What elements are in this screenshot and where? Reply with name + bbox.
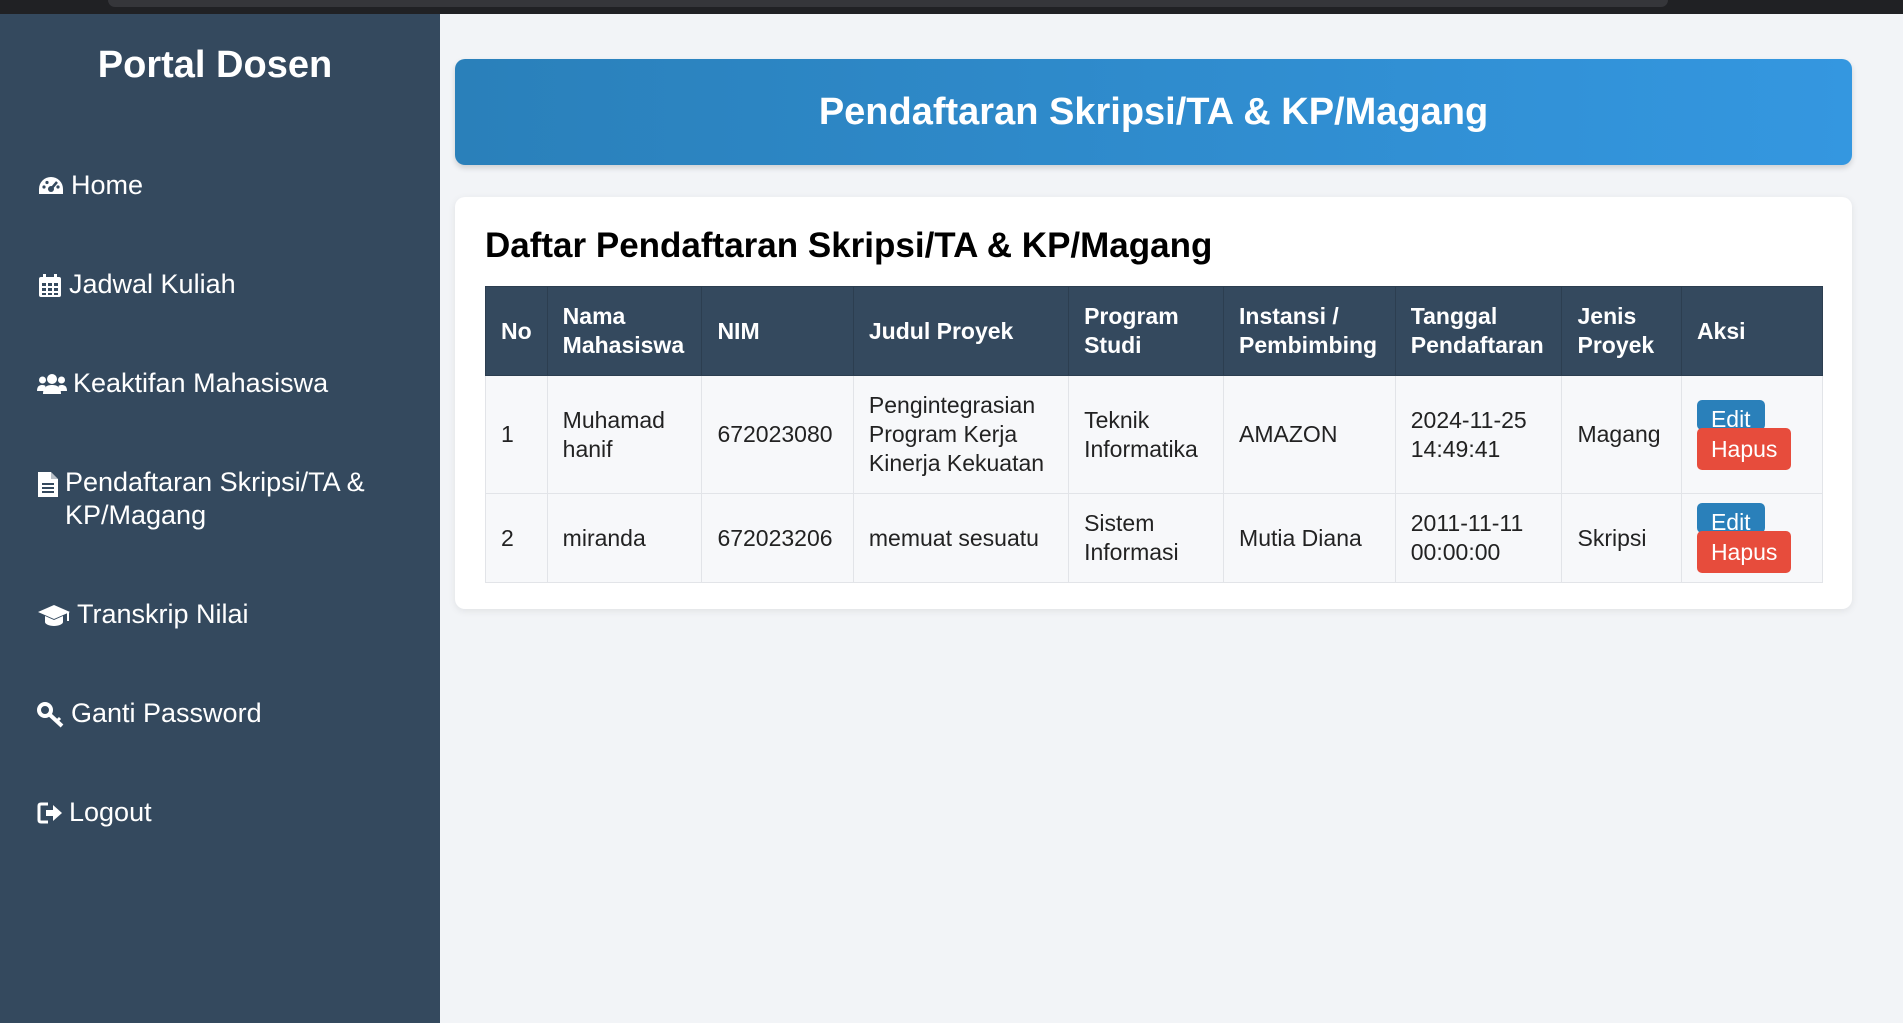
cell-no: 1 — [485, 375, 548, 494]
page-title: Pendaftaran Skripsi/TA & KP/Magang — [455, 59, 1852, 165]
sidebar-item-transkrip-nilai[interactable]: Transkrip Nilai — [37, 598, 407, 631]
column-header-instansi: Instansi / Pembimbing — [1223, 286, 1396, 376]
cell-instansi: Mutia Diana — [1223, 493, 1396, 583]
sidebar-item-label: Ganti Password — [71, 698, 262, 728]
cell-nama: miranda — [546, 493, 703, 583]
sidebar-item-label: Keaktifan Mahasiswa — [73, 368, 329, 398]
key-icon — [37, 702, 64, 728]
cell-judul: Pengintegrasian Program Kerja Kinerja Keku… — [852, 375, 1070, 494]
cell-aksi: Edit Hapus — [1680, 493, 1824, 583]
cell-aksi: Edit Hapus — [1680, 375, 1824, 494]
cell-nim: 672023080 — [701, 375, 854, 494]
column-header-no: No — [485, 286, 548, 376]
cell-judul: memuat sesuatu — [852, 493, 1070, 583]
cell-tanggal: 2024-11-25 14:49:41 — [1394, 375, 1563, 494]
edit-button[interactable]: Edit — [1696, 503, 1765, 533]
sidebar-item-keaktifan-mahasiswa[interactable]: Keaktifan Mahasiswa — [37, 367, 407, 400]
sidebar-item-label: Pendaftaran Skripsi/TA & KP/Magang — [65, 467, 365, 530]
sidebar-item-pendaftaran-skripsi[interactable]: Pendaftaran Skripsi/TA & KP/Magang — [37, 466, 407, 532]
cell-nama: Muhamad hanif — [546, 375, 703, 494]
column-header-tanggal: Tanggal Pendaftaran — [1394, 286, 1563, 376]
cell-tanggal: 2011-11-11 00:00:00 — [1394, 493, 1563, 583]
registration-card: Daftar Pendaftaran Skripsi/TA & KP/Magan… — [455, 197, 1852, 609]
main-content: Pendaftaran Skripsi/TA & KP/Magang Dafta… — [440, 14, 1903, 1023]
delete-button[interactable]: Hapus — [1696, 427, 1792, 470]
sign-out-icon — [37, 802, 62, 824]
cell-prodi: Sistem Informasi — [1068, 493, 1225, 583]
sidebar-item-jadwal-kuliah[interactable]: Jadwal Kuliah — [37, 268, 407, 301]
column-header-jenis: Jenis Proyek — [1561, 286, 1682, 376]
edit-button[interactable]: Edit — [1696, 399, 1765, 430]
sidebar-item-logout[interactable]: Logout — [37, 796, 407, 829]
registration-table: No Nama Mahasiswa NIM Judul Proyek Progra… — [485, 286, 1824, 583]
sidebar-item-label: Jadwal Kuliah — [69, 269, 236, 299]
sidebar-item-label: Home — [71, 170, 144, 200]
card-title: Daftar Pendaftaran Skripsi/TA & KP/Magan… — [485, 226, 1213, 265]
browser-address-bar[interactable] — [108, 0, 1668, 7]
cell-jenis: Skripsi — [1561, 493, 1682, 583]
table-row: 2 miranda 672023206 memuat sesuatu Siste… — [485, 493, 1824, 583]
cell-instansi: AMAZON — [1223, 375, 1396, 494]
column-header-judul: Judul Proyek — [852, 286, 1070, 376]
cell-prodi: Teknik Informatika — [1068, 375, 1225, 494]
column-header-nama: Nama Mahasiswa — [546, 286, 703, 376]
sidebar-item-ganti-password[interactable]: Ganti Password — [37, 697, 407, 730]
column-header-nim: NIM — [701, 286, 854, 376]
sidebar-item-home[interactable]: Home — [37, 169, 407, 202]
file-text-icon — [38, 472, 58, 497]
table-row: 1 Muhamad hanif 672023080 Pengintegrasian… — [485, 375, 1824, 494]
table-header-row: No Nama Mahasiswa NIM Judul Proyek Progra… — [485, 286, 1824, 376]
cell-jenis: Magang — [1561, 375, 1682, 494]
column-header-aksi: Aksi — [1680, 286, 1824, 376]
sidebar-item-label: Logout — [69, 797, 152, 827]
sidebar-item-label: Transkrip Nilai — [77, 599, 249, 629]
sidebar: Portal Dosen Home Jadwal Kuliah Keaktifa… — [0, 14, 440, 1023]
column-header-prodi: Program Studi — [1068, 286, 1225, 376]
delete-button[interactable]: Hapus — [1696, 531, 1792, 573]
calendar-icon — [39, 274, 61, 297]
cell-no: 2 — [485, 493, 548, 583]
browser-chrome — [0, 0, 1903, 14]
sidebar-title: Portal Dosen — [97, 44, 333, 86]
dashboard-icon — [39, 177, 63, 194]
graduation-cap-icon — [38, 605, 70, 626]
cell-nim: 672023206 — [701, 493, 854, 583]
users-icon — [37, 374, 67, 394]
